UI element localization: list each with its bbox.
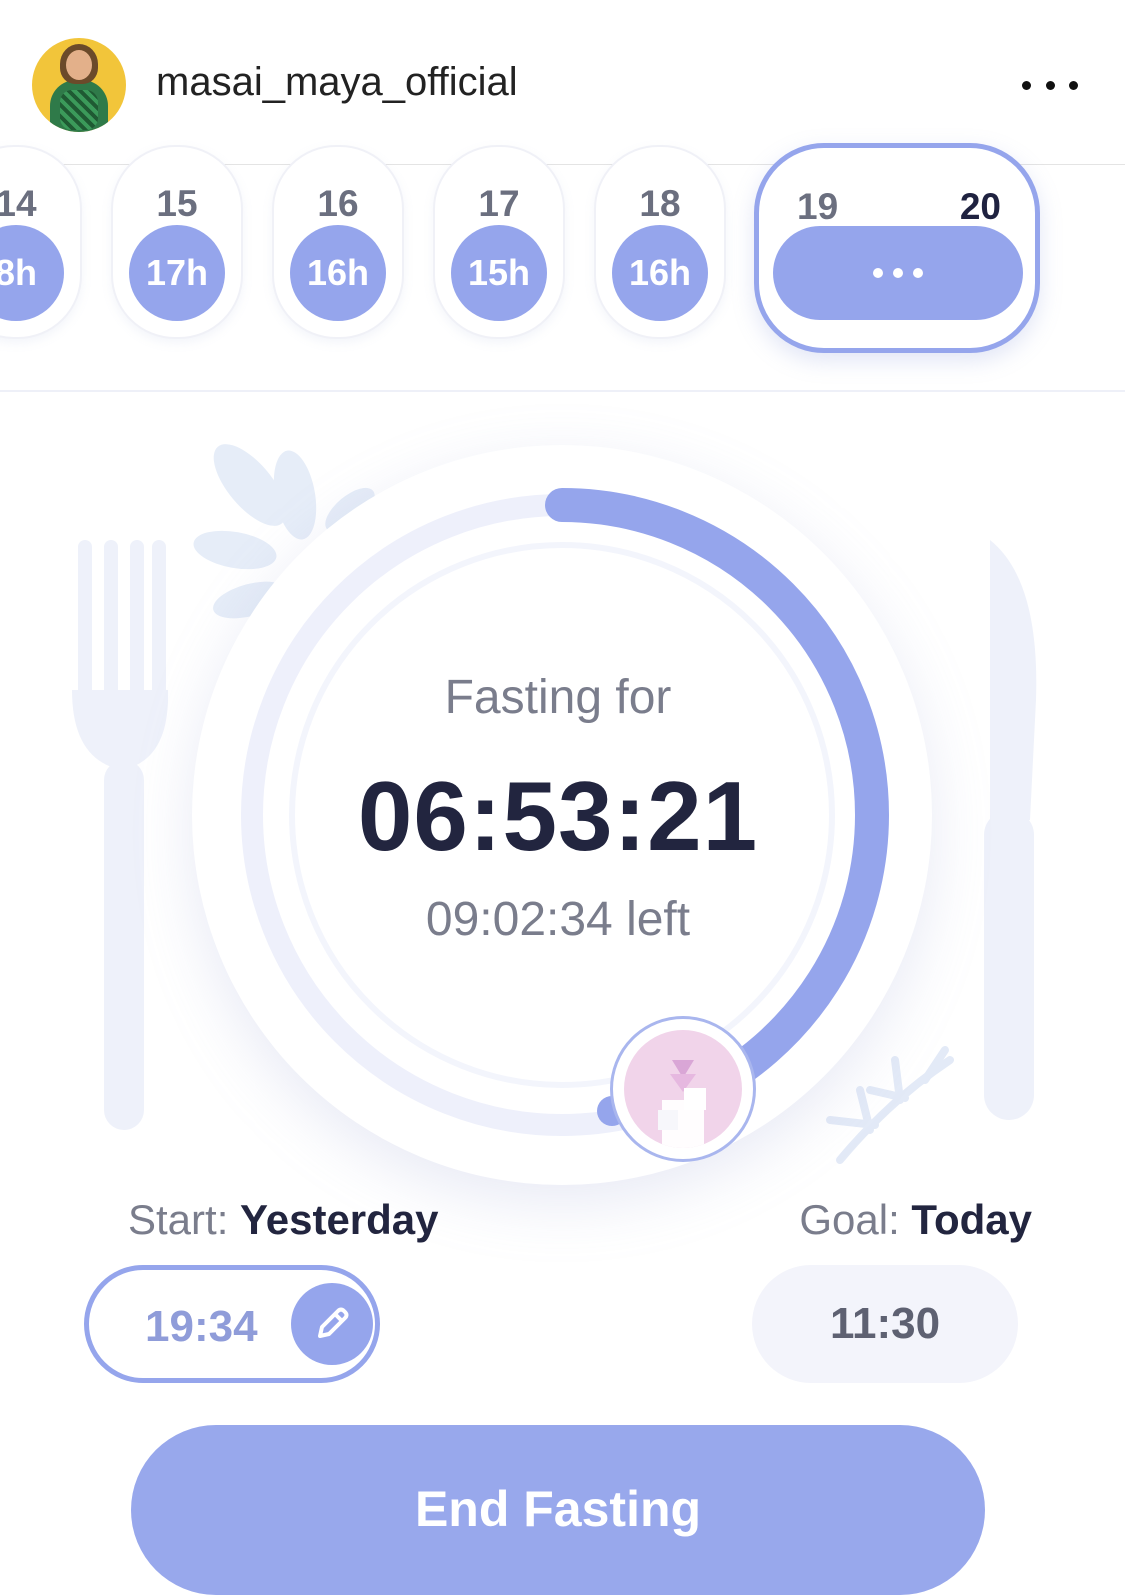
day-item-17[interactable]: 17 15h	[433, 145, 565, 339]
goal-time-field[interactable]: 11:30	[752, 1265, 1018, 1383]
elapsed-timer: 06:53:21	[357, 761, 759, 871]
avatar[interactable]	[32, 38, 126, 132]
more-dot	[1069, 80, 1078, 90]
more-dot	[1045, 80, 1055, 90]
day-number-current: 20	[959, 186, 1001, 227]
start-info: Start: Yesterday	[128, 1196, 439, 1244]
more-options-icon[interactable]	[1022, 70, 1078, 100]
day-item-16[interactable]: 16 16h	[272, 145, 404, 339]
day-item-18[interactable]: 18 16h	[594, 145, 726, 339]
end-fasting-button[interactable]: End Fasting	[131, 1425, 985, 1595]
day-hours-badge: 17h	[129, 225, 225, 321]
goal-label: Goal:	[799, 1196, 900, 1243]
ellipsis-dot	[913, 268, 923, 278]
day-hours-badge: 16h	[612, 225, 708, 321]
day-number: 15	[156, 183, 198, 224]
avatar-face	[66, 50, 92, 80]
day-item-15[interactable]: 15 17h	[111, 145, 243, 339]
start-label: Start:	[128, 1196, 229, 1243]
more-dot	[1022, 80, 1031, 90]
avatar-body	[50, 80, 108, 132]
day-number: 16	[317, 183, 359, 224]
pencil-icon[interactable]	[291, 1283, 373, 1365]
remaining-time: 09:02:34 left	[425, 893, 691, 946]
ellipsis-icon[interactable]	[773, 226, 1023, 320]
day-number: 18	[639, 183, 681, 224]
day-hours-badge: 16h	[290, 225, 386, 321]
start-time-field[interactable]: 19:34	[84, 1265, 380, 1383]
day-number: 17	[478, 183, 520, 224]
day-number-prev: 19	[797, 186, 839, 227]
start-day: Yesterday	[240, 1196, 439, 1243]
day-hours-badge: 8h	[0, 225, 64, 321]
day-hours-badge: 15h	[451, 225, 547, 321]
username[interactable]: masai_maya_official	[156, 60, 518, 105]
ellipsis-dot	[893, 268, 903, 278]
post-header: masai_maya_official	[0, 0, 1125, 165]
fasting-label: Fasting for	[444, 671, 672, 724]
goal-day: Today	[911, 1196, 1032, 1243]
goal-info: Goal: Today	[799, 1196, 1032, 1244]
ellipsis-dot	[873, 268, 883, 278]
start-time-value: 19:34	[145, 1302, 258, 1351]
day-number: 14	[0, 183, 37, 224]
fasting-stage-marker[interactable]	[610, 1016, 756, 1162]
stage-icon	[624, 1030, 742, 1148]
day-strip: 14 8h 15 17h 16 16h 17 15h 18 16h 19 20	[0, 143, 1125, 392]
day-item-current[interactable]: 19 20	[754, 143, 1040, 353]
day-item-14[interactable]: 14 8h	[0, 145, 82, 339]
